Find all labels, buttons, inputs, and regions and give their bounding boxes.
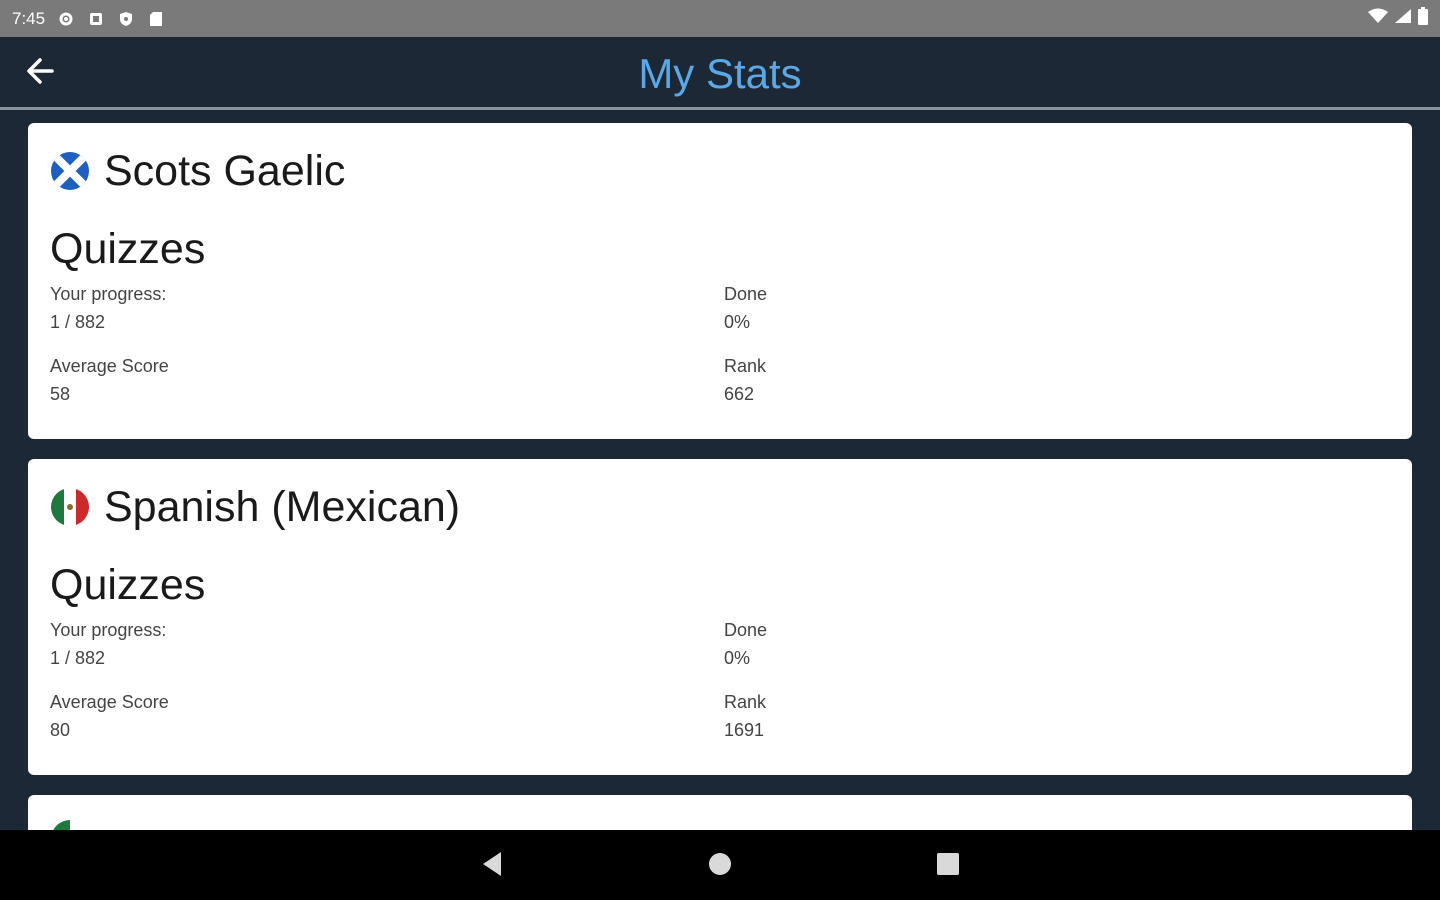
progress-value: 1 / 882 (50, 312, 106, 332)
wifi-icon (1368, 8, 1388, 29)
average-score-stat: Average Score 58 (50, 355, 169, 405)
scotland-flag-icon (50, 151, 90, 191)
rank-label: Rank (724, 692, 767, 712)
progress-label: Your progress: (50, 284, 167, 304)
page-title: My Stats (638, 50, 802, 97)
nav-back-icon (481, 851, 503, 882)
rank-value: 1691 (724, 720, 765, 740)
nav-home-icon (708, 852, 732, 881)
done-label: Done (724, 284, 768, 304)
stats-list[interactable]: Scots Gaelic Quizzes Your progress: 1 / … (0, 110, 1440, 830)
progress-stat: Your progress: 1 / 882 (50, 619, 166, 669)
average-score-label: Average Score (50, 692, 169, 712)
rank-value: 662 (724, 384, 755, 404)
section-title: Quizzes (50, 225, 206, 273)
done-value: 0% (724, 312, 751, 332)
status-bar: 7:45 (0, 0, 1440, 37)
nav-home-button[interactable] (702, 848, 738, 884)
battery-icon (1418, 7, 1428, 30)
signal-icon (1394, 8, 1412, 29)
sd-card-icon (147, 10, 165, 28)
done-stat: Done 0% (724, 619, 767, 669)
notification-icon (87, 10, 105, 28)
done-label: Done (724, 620, 768, 640)
average-score-label: Average Score (50, 356, 169, 376)
done-stat: Done 0% (724, 283, 767, 333)
language-name: Scots Gaelic (104, 147, 346, 195)
rank-label: Rank (724, 356, 767, 376)
language-name: Spanish (Mexican) (104, 483, 461, 531)
done-value: 0% (724, 648, 751, 668)
nav-recents-icon (937, 852, 959, 880)
progress-stat: Your progress: 1 / 882 (50, 283, 166, 333)
section-title: Quizzes (50, 561, 206, 609)
average-score-stat: Average Score 80 (50, 691, 169, 741)
settings-icon (57, 10, 75, 28)
average-score-value: 80 (50, 720, 71, 740)
progress-label: Your progress: (50, 620, 167, 640)
language-card[interactable]: Scots Gaelic Quizzes Your progress: 1 / … (28, 123, 1412, 439)
app-bar: My Stats (0, 37, 1440, 110)
status-time: 7:45 (12, 8, 46, 28)
mexico-flag-icon (50, 487, 90, 527)
progress-value: 1 / 882 (50, 648, 106, 668)
language-card[interactable] (28, 795, 1412, 830)
navigation-bar (0, 830, 1440, 900)
nav-recents-button[interactable] (930, 848, 966, 884)
partial-flag-icon (50, 819, 90, 830)
language-card[interactable]: Spanish (Mexican) Quizzes Your progress:… (28, 459, 1412, 775)
nav-back-button[interactable] (474, 848, 510, 884)
rank-stat: Rank 662 (724, 355, 766, 405)
average-score-value: 58 (50, 384, 71, 404)
rank-stat: Rank 1691 (724, 691, 766, 741)
shield-icon (117, 10, 135, 28)
